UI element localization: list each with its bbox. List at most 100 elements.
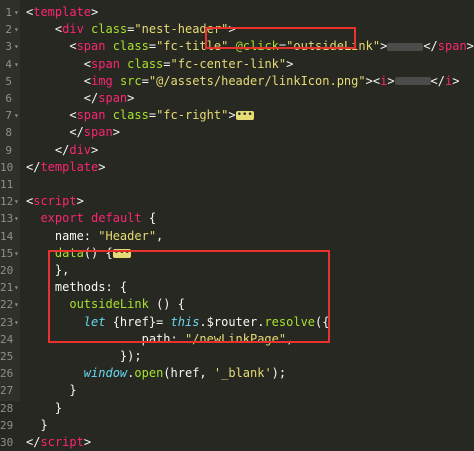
line-number: 10 [0, 160, 14, 174]
code-token: } [26, 417, 48, 432]
code-token: > [466, 39, 474, 54]
code-text: name: "Header", [26, 228, 163, 245]
code-token: }); [26, 349, 142, 363]
code-token: > [98, 159, 106, 174]
code-token: class [83, 22, 128, 37]
fold-toggle-icon[interactable]: ▾ [14, 56, 19, 73]
code-token: < [26, 39, 77, 54]
code-token: </ [430, 73, 445, 88]
redacted-text [387, 42, 424, 51]
code-text: <span class="fc-right">••• [26, 107, 254, 124]
code-token: "@/assets/header/linkIcon.png" [148, 73, 366, 88]
fold-toggle-icon[interactable]: ▾ [14, 193, 19, 210]
code-token: span [91, 56, 120, 71]
code-text: } [26, 382, 77, 399]
code-token: > [127, 91, 135, 105]
code-text: export default { [26, 210, 156, 227]
code-token: </ [26, 159, 41, 174]
code-token: span [98, 91, 128, 105]
code-token: open [134, 366, 164, 381]
line-number: 23 [0, 315, 14, 329]
line-number: 5 [5, 74, 12, 88]
code-token: = [148, 108, 157, 123]
code-text: </script> [26, 434, 91, 451]
code-token: < [26, 56, 92, 71]
code-token: } [26, 383, 77, 398]
fold-toggle-icon[interactable]: ▾ [14, 279, 19, 296]
code-token: > [83, 435, 92, 449]
fold-toggle-icon[interactable]: ▾ [14, 4, 19, 21]
code-token: "fc-right" [156, 108, 229, 123]
code-text: </span> [26, 90, 135, 107]
code-token: </ [26, 435, 41, 449]
code-token: window [83, 366, 128, 381]
fold-toggle-icon[interactable]: ▾ [14, 296, 19, 313]
method-highlight-box [48, 250, 330, 343]
code-token: > [452, 73, 460, 88]
code-text: }); [26, 348, 142, 365]
line-number: 13 [0, 212, 14, 226]
code-token: '_blank' [213, 366, 272, 381]
code-token: = [148, 39, 157, 54]
code-token: = [163, 56, 171, 71]
code-token: > [91, 5, 99, 19]
code-editor[interactable]: 1 ▾ <template> 2 ▾ <div class="nest-header">… [0, 0, 474, 449]
code-token: template [40, 159, 99, 174]
folded-code-marker[interactable]: ••• [235, 111, 254, 121]
code-token: template [33, 5, 92, 19]
code-token: name: [26, 228, 99, 243]
code-text: <span class="fc-center-link"> [26, 56, 294, 73]
redacted-text [394, 77, 431, 86]
code-token: > [380, 39, 388, 54]
code-token: > [286, 56, 294, 71]
fold-toggle-icon[interactable]: ▾ [14, 210, 19, 227]
line-number: 21 [0, 281, 14, 295]
code-token: </ [26, 125, 84, 140]
line-number: 6 [5, 92, 12, 105]
code-text: </template> [26, 159, 105, 176]
code-token: span [76, 39, 106, 54]
line-number: 26 [0, 367, 14, 381]
code-token: { [141, 211, 157, 226]
code-token: </ [26, 91, 99, 105]
code-token: ); [271, 366, 287, 381]
code-token: "fc-center-link" [170, 56, 287, 71]
fold-toggle-icon[interactable]: ▾ [14, 21, 19, 38]
code-token: img [91, 73, 113, 88]
line-number: 25 [0, 350, 14, 363]
line-number: 14 [0, 229, 14, 243]
line-number: 4 [5, 57, 12, 71]
fold-toggle-icon[interactable]: ▾ [14, 38, 19, 55]
code-token: </ [423, 39, 438, 54]
code-token: src [112, 73, 142, 88]
fold-toggle-icon[interactable]: ▾ [14, 314, 19, 331]
code-token: < [26, 22, 63, 37]
line-number: 2 [5, 23, 12, 37]
line-number: 28 [0, 401, 14, 415]
line-number: 22 [0, 298, 14, 312]
code-text: } [26, 400, 62, 417]
code-token: script [33, 194, 77, 209]
code-token: < [26, 73, 92, 88]
code-token: = [141, 73, 149, 88]
code-token: (href, [163, 366, 214, 381]
code-text: </div> [26, 142, 98, 159]
line-number: 30 [0, 436, 14, 449]
line-number: 15 [0, 246, 14, 260]
fold-toggle-icon[interactable]: ▾ [14, 107, 19, 124]
code-token: export [40, 211, 84, 226]
line-number: 27 [0, 384, 14, 398]
line-number: 29 [0, 418, 14, 432]
code-token: span [437, 39, 467, 54]
code-text: <script> [26, 193, 84, 210]
code-token: "Header" [98, 228, 157, 243]
line-number: 24 [0, 332, 14, 346]
code-text: <img src="@/assets/header/linkIcon.png" >… [26, 73, 460, 90]
line-number: 11 [0, 178, 14, 191]
fold-toggle-icon[interactable]: ▾ [14, 245, 19, 262]
code-text: } [26, 417, 48, 434]
code-token: > [387, 73, 395, 88]
code-token: > [91, 142, 99, 157]
